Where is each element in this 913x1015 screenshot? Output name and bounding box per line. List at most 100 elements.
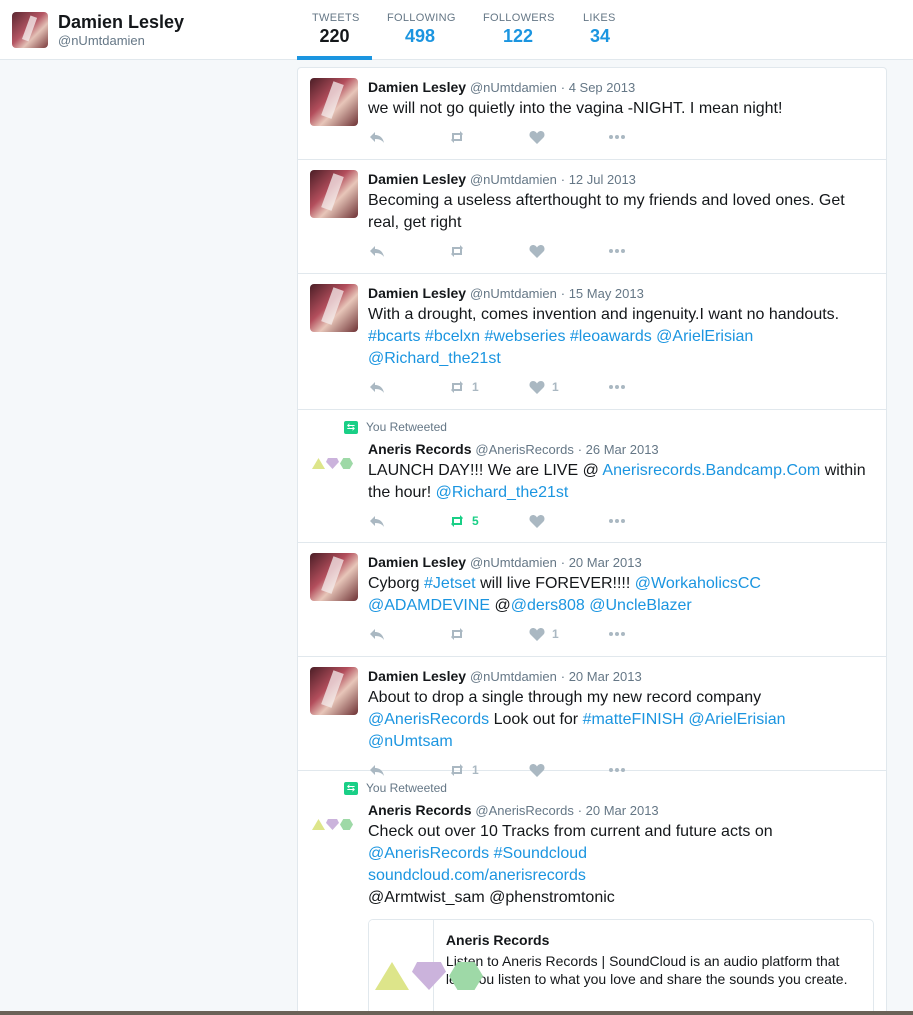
tweet-date[interactable]: · 26 Mar 2013: [578, 442, 659, 457]
url-link[interactable]: soundcloud.com/anerisrecords: [368, 865, 874, 887]
tweet-actions: 5: [368, 513, 874, 529]
mention-link[interactable]: @Richard_the21st: [436, 484, 569, 501]
avatar[interactable]: [310, 78, 358, 126]
tab-following[interactable]: FOLLOWING 498: [372, 0, 468, 60]
tweet-handle[interactable]: @nUmtdamien: [470, 286, 557, 301]
tab-followers[interactable]: FOLLOWERS 122: [468, 0, 568, 60]
retweet-context: You Retweeted: [366, 781, 447, 795]
reply-button[interactable]: [368, 129, 448, 145]
tweet-actions: 1 1: [368, 379, 874, 395]
heart-icon: [529, 515, 545, 528]
stat-value: 34: [589, 26, 611, 46]
tweet-header: Damien Lesley @nUmtdamien · 15 May 2013: [368, 284, 874, 303]
reply-icon: [370, 629, 384, 640]
tweet[interactable]: Damien Lesley @nUmtdamien · 12 Jul 2013 …: [298, 160, 886, 274]
like-button[interactable]: 1: [528, 379, 608, 395]
tweet-header: Damien Lesley @nUmtdamien · 4 Sep 2013: [368, 78, 874, 97]
tweet-handle[interactable]: @AnerisRecords: [475, 803, 573, 818]
like-button[interactable]: [528, 243, 608, 259]
stat-value: 220: [319, 26, 350, 46]
more-button[interactable]: [608, 243, 688, 259]
tweet-header: Aneris Records @AnerisRecords · 26 Mar 2…: [368, 440, 874, 459]
reply-icon: [370, 382, 384, 393]
avatar[interactable]: [310, 442, 358, 490]
reply-button[interactable]: [368, 243, 448, 259]
tweet-handle[interactable]: @nUmtdamien: [470, 80, 557, 95]
tweet-header: Damien Lesley @nUmtdamien · 20 Mar 2013: [368, 667, 874, 686]
profile-name[interactable]: Damien Lesley: [58, 12, 184, 32]
more-button[interactable]: [608, 379, 688, 395]
tweet-handle[interactable]: @AnerisRecords: [475, 442, 573, 457]
retweet-icon: [451, 245, 463, 257]
tweet-text: Becoming a useless afterthought to my fr…: [368, 192, 845, 231]
like-button[interactable]: [528, 129, 608, 145]
tweet[interactable]: ⇆ You Retweeted Aneris Records @AnerisRe…: [298, 771, 886, 1015]
stat-label: TWEETS: [312, 12, 360, 24]
like-button[interactable]: [528, 513, 608, 529]
more-button[interactable]: [608, 513, 688, 529]
tweet[interactable]: Damien Lesley @nUmtdamien · 4 Sep 2013 w…: [298, 68, 886, 160]
tab-tweets[interactable]: TWEETS 220: [297, 0, 372, 60]
tweet[interactable]: Damien Lesley @nUmtdamien · 20 Mar 2013 …: [298, 657, 886, 777]
tweet-author[interactable]: Damien Lesley: [368, 668, 466, 684]
hashtag-link[interactable]: #Jetset: [424, 575, 476, 592]
profile-handle[interactable]: @nUmtdamien: [58, 33, 184, 49]
tweet-handle[interactable]: @nUmtdamien: [470, 669, 557, 684]
tweet-author[interactable]: Damien Lesley: [368, 285, 466, 301]
tweet[interactable]: Damien Lesley @nUmtdamien · 15 May 2013 …: [298, 274, 886, 410]
tweet-author[interactable]: Aneris Records: [368, 441, 471, 457]
tweet-date[interactable]: · 20 Mar 2013: [561, 669, 642, 684]
tweet-author[interactable]: Aneris Records: [368, 802, 471, 818]
tweet[interactable]: ⇆ You Retweeted Aneris Records @AnerisRe…: [298, 410, 886, 543]
tweet-text: With a drought, comes invention and inge…: [368, 304, 874, 370]
like-button[interactable]: 1: [528, 626, 608, 642]
retweet-context: You Retweeted: [366, 420, 447, 434]
tweet-text-part: Check out over 10 Tracks from current an…: [368, 823, 773, 840]
tab-likes[interactable]: LIKES 34: [568, 0, 632, 60]
reply-button[interactable]: [368, 626, 448, 642]
avatar[interactable]: [12, 12, 48, 48]
avatar[interactable]: [310, 553, 358, 601]
card-description: Listen to Aneris Records | SoundCloud is…: [445, 953, 848, 987]
retweet-icon: ⇆: [344, 421, 358, 434]
mention-links[interactable]: @ders808 @UncleBlazer: [511, 597, 692, 614]
tweet-date[interactable]: · 20 Mar 2013: [561, 555, 642, 570]
tweet-handle[interactable]: @nUmtdamien: [470, 172, 557, 187]
url-link[interactable]: Anerisrecords.Bandcamp.Com: [602, 462, 820, 479]
tweet-author[interactable]: Damien Lesley: [368, 554, 466, 570]
tweet-author[interactable]: Damien Lesley: [368, 79, 466, 95]
tweet-date[interactable]: · 15 May 2013: [561, 286, 644, 301]
profile-header: Damien Lesley @nUmtdamien TWEETS 220 FOL…: [0, 0, 913, 60]
profile-summary[interactable]: Damien Lesley @nUmtdamien: [12, 12, 184, 49]
reply-button[interactable]: [368, 379, 448, 395]
more-button[interactable]: [608, 129, 688, 145]
retweet-button[interactable]: [448, 243, 528, 259]
mention-link[interactable]: @AnerisRecords: [368, 711, 489, 728]
tweet-date[interactable]: · 4 Sep 2013: [561, 80, 635, 95]
aneris-logo: [375, 962, 483, 990]
tweet[interactable]: Damien Lesley @nUmtdamien · 20 Mar 2013 …: [298, 543, 886, 657]
more-icon: [609, 249, 625, 253]
reply-button[interactable]: [368, 513, 448, 529]
link-preview-card[interactable]: Aneris Records Listen to Aneris Records …: [368, 919, 874, 1015]
retweet-button[interactable]: 5: [448, 513, 528, 529]
mention-links[interactable]: @AnerisRecords #Soundcloud: [368, 843, 874, 865]
avatar[interactable]: [310, 284, 358, 332]
retweet-button[interactable]: [448, 129, 528, 145]
retweet-icon: [451, 131, 463, 143]
tweet-date[interactable]: · 20 Mar 2013: [578, 803, 659, 818]
tweet-handle[interactable]: @nUmtdamien: [470, 555, 557, 570]
avatar[interactable]: [310, 170, 358, 218]
avatar[interactable]: [310, 667, 358, 715]
card-body: Aneris Records Listen to Aneris Records …: [434, 920, 873, 1015]
retweet-button[interactable]: [448, 626, 528, 642]
avatar[interactable]: [310, 803, 358, 851]
more-button[interactable]: [608, 626, 688, 642]
more-icon: [609, 135, 625, 139]
tweet-date[interactable]: · 12 Jul 2013: [561, 172, 636, 187]
tweet-author[interactable]: Damien Lesley: [368, 171, 466, 187]
tweet-header: Damien Lesley @nUmtdamien · 20 Mar 2013: [368, 553, 874, 572]
window-edge: [0, 1011, 913, 1015]
hashtag-links[interactable]: #bcarts #bcelxn #webseries #leoawards @A…: [368, 328, 753, 367]
retweet-button[interactable]: 1: [448, 379, 528, 395]
